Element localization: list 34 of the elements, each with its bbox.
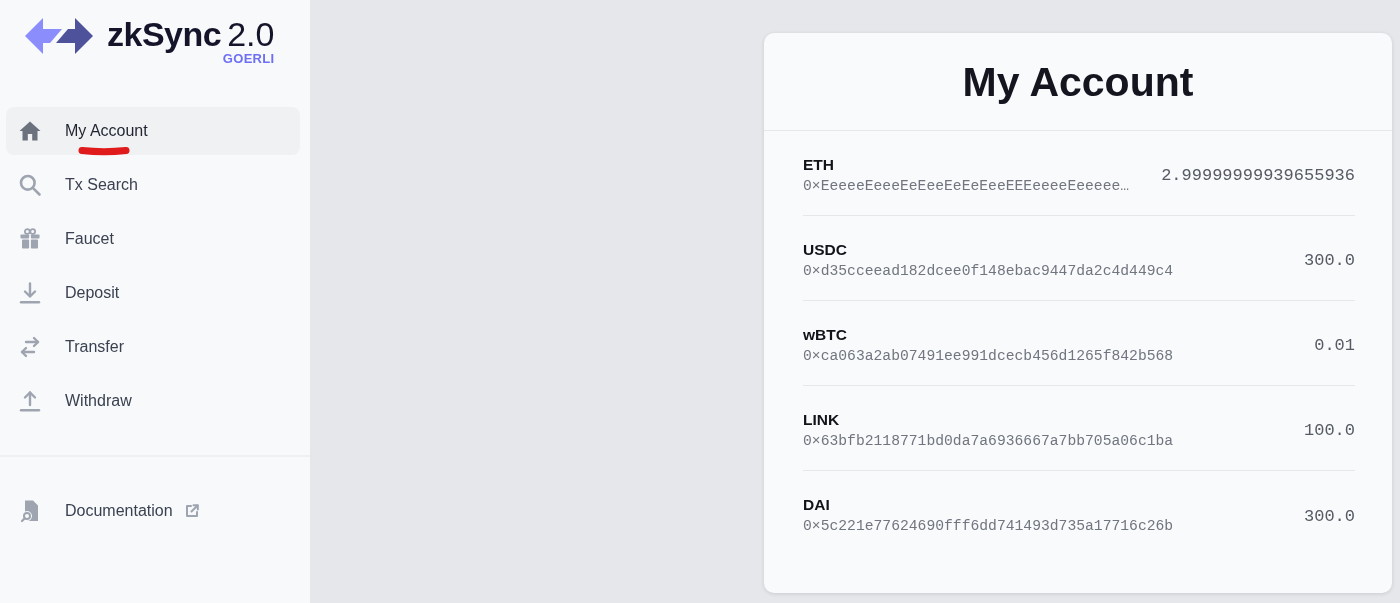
nav-item[interactable]: Tx Search [6,161,300,209]
double-arrow-logo-icon [25,18,93,54]
token-symbol: LINK [803,409,841,430]
nav-item[interactable]: Withdraw [6,377,300,425]
token-address: 0×d35cceead182dcee0f148ebac9447da2c4d449c4 [803,261,1174,281]
token-address: 0×EeeeeEeeeEeEeeEeEeEeeEEEeeeeEeeeee… [803,176,1130,196]
underline-annotation [78,146,130,156]
card-title: My Account [962,57,1194,107]
nav-item[interactable]: Deposit [6,269,300,317]
network-label: GOERLI [222,52,275,66]
nav-link[interactable]: Documentation [6,487,300,535]
token-balance: 300.0 [1304,251,1355,270]
token-balance: 100.0 [1304,421,1355,440]
swap-arrows-icon [18,335,42,359]
upload-icon [18,389,42,413]
nav-item[interactable]: Faucet [6,215,300,263]
token-symbol: ETH [803,154,835,175]
home-icon [18,119,42,143]
nav-item[interactable]: Transfer [6,323,300,371]
token-symbol: wBTC [803,324,848,345]
token-address: 0×63bfb2118771bd0da7a6936667a7bb705a06c1ba [803,431,1174,451]
nav-item[interactable]: My Account [6,107,300,155]
token-balance: 300.0 [1304,506,1355,526]
token-balance: 2.99999999939655936 [1161,166,1355,185]
token-symbol: USDC [803,239,848,260]
download-icon [18,281,42,305]
token-balance: 0.01 [1314,336,1355,355]
gift-icon [18,227,42,251]
logo-wordmark: zkSync [107,15,222,53]
token-address: 0×ca063a2ab07491ee991dcecb456d1265f842b568 [803,346,1174,366]
search-icon [18,173,42,197]
logo-version: 2.0 [227,15,275,53]
token-address: 0×5c221e77624690fff6dd741493d735a17716c26b [803,517,1174,536]
token-symbol: DAI [803,495,831,515]
